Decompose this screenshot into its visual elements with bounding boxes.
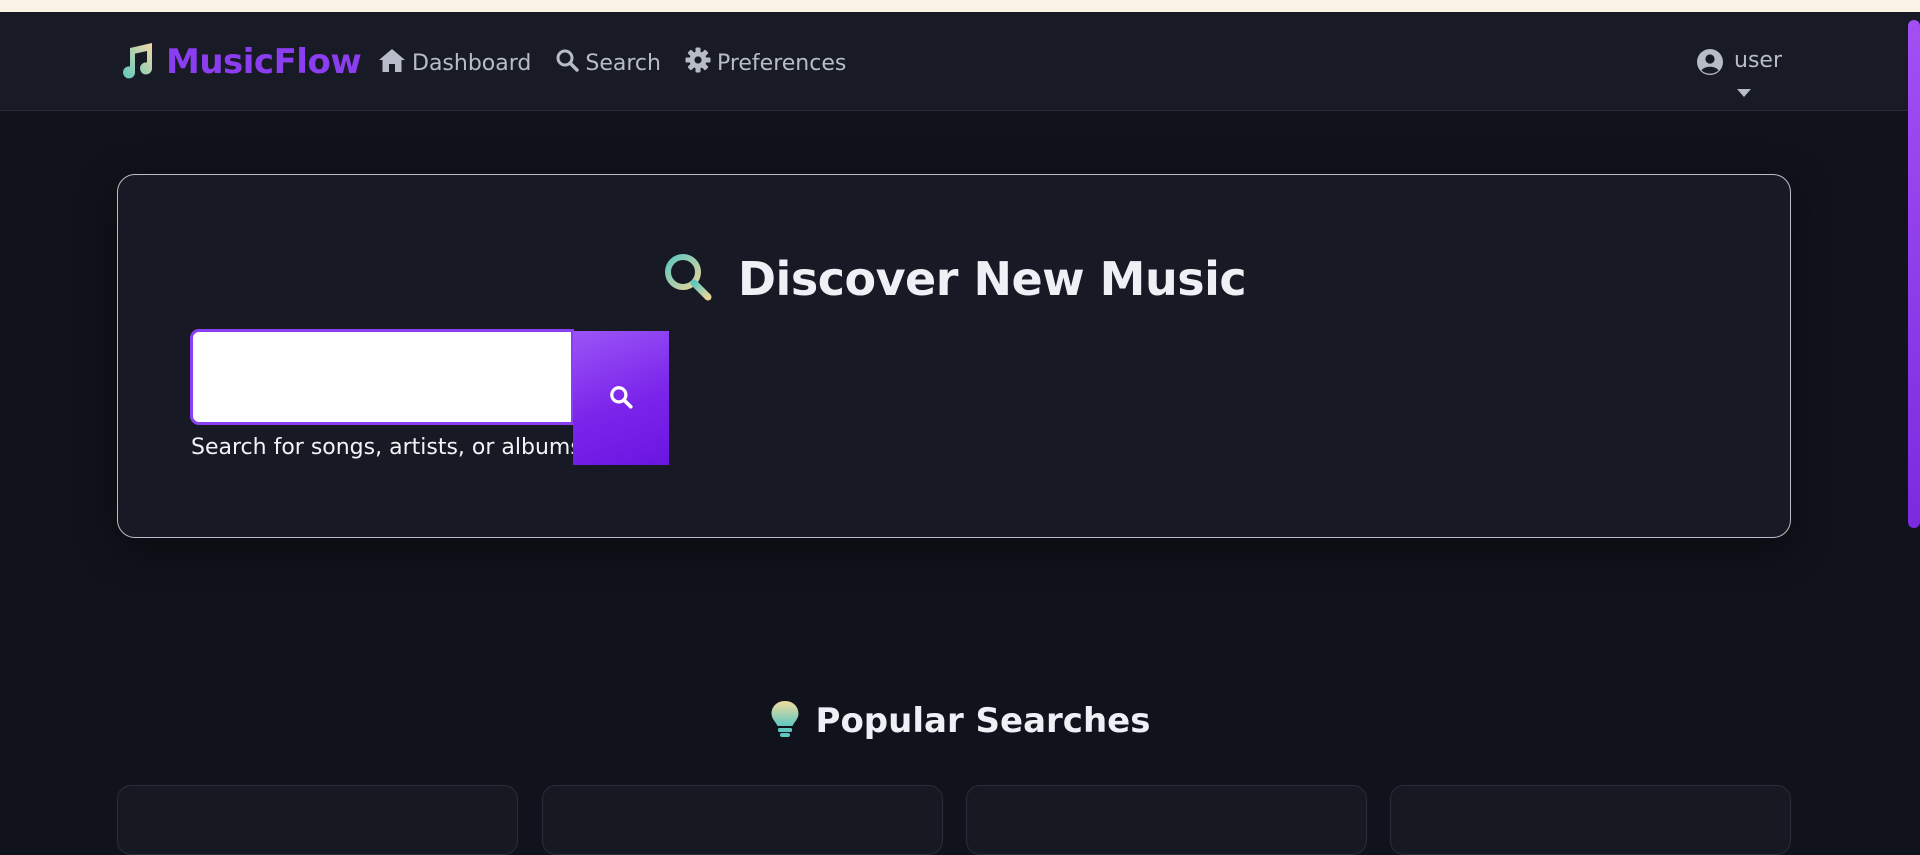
home-icon [378, 47, 406, 79]
lightbulb-icon [770, 700, 800, 742]
nav-item-label: Search [585, 50, 661, 76]
search-card: Discover New Music Search for songs, art… [117, 174, 1791, 538]
nav-item-label: Dashboard [412, 50, 532, 76]
search-input-wrapper [190, 329, 574, 425]
search-input[interactable] [190, 329, 574, 425]
popular-card[interactable] [966, 785, 1367, 855]
popular-cards-row [117, 785, 1791, 855]
popular-heading-row: Popular Searches [0, 700, 1920, 742]
search-hint: Search for songs, artists, or albums... [191, 435, 603, 460]
search-icon [608, 384, 634, 413]
popular-card[interactable] [1390, 785, 1791, 855]
user-circle-icon [1696, 48, 1724, 80]
music-note-icon [116, 40, 156, 84]
browser-top-strip [0, 0, 1920, 12]
navbar: MusicFlow Dashboard Search Preferences u… [0, 12, 1920, 111]
brand-link[interactable]: MusicFlow [116, 40, 362, 84]
popular-card[interactable] [542, 785, 943, 855]
popular-title: Popular Searches [815, 701, 1151, 741]
user-name: user [1734, 48, 1782, 73]
search-submit-button[interactable] [573, 331, 669, 465]
caret-down-icon [1736, 83, 1752, 102]
brand-name: MusicFlow [166, 42, 362, 82]
magnifier-icon [662, 251, 714, 307]
search-icon [555, 48, 580, 78]
nav-item-preferences[interactable]: Preferences [685, 47, 846, 79]
popular-card[interactable] [117, 785, 518, 855]
page-scrollbar-thumb[interactable] [1908, 20, 1920, 528]
user-menu-toggle[interactable]: user [1696, 44, 1782, 108]
search-heading-row: Discover New Music [118, 251, 1790, 307]
nav-item-dashboard[interactable]: Dashboard [378, 47, 531, 79]
search-title: Discover New Music [737, 252, 1247, 306]
nav-item-label: Preferences [716, 50, 847, 76]
main-nav: Dashboard Search Preferences [378, 47, 846, 79]
nav-item-search[interactable]: Search [555, 48, 661, 78]
gear-icon [685, 47, 711, 79]
